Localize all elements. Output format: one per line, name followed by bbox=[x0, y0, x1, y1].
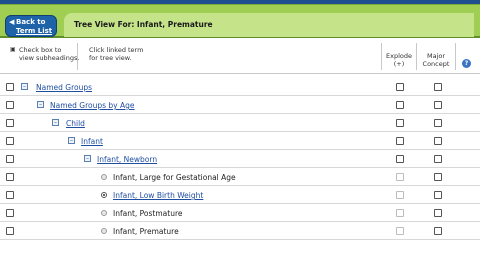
subheadings-checkbox[interactable] bbox=[6, 155, 14, 163]
explode-checkbox[interactable] bbox=[396, 155, 404, 163]
explode-checkbox[interactable] bbox=[396, 83, 404, 91]
back-label-line1: Back to bbox=[16, 18, 46, 26]
column-header: ▣ Check box to view subheadings. Click l… bbox=[0, 38, 480, 74]
check-hint: ▣ Check box to view subheadings. bbox=[10, 46, 79, 82]
major-concept-checkbox[interactable] bbox=[434, 227, 442, 235]
explode-checkbox bbox=[396, 209, 404, 217]
back-label-line2: Term List bbox=[16, 27, 53, 35]
explode-header-line1: Explode bbox=[386, 52, 412, 60]
explode-checkbox[interactable] bbox=[396, 137, 404, 145]
tree-row: Infant, Premature bbox=[0, 222, 480, 240]
subheadings-checkbox[interactable] bbox=[6, 137, 14, 145]
column-divider bbox=[381, 43, 382, 70]
checkbox-mini-icon: ▣ bbox=[10, 46, 16, 53]
term-link[interactable]: Named Groups bbox=[36, 83, 92, 92]
tree-row: – Named Groups by Age bbox=[0, 96, 480, 114]
term-link[interactable]: Named Groups by Age bbox=[50, 101, 135, 110]
term-link[interactable]: Infant, Low Birth Weight bbox=[113, 191, 203, 200]
major-concept-checkbox[interactable] bbox=[434, 209, 442, 217]
major-header-line1: Major bbox=[426, 52, 446, 60]
major-concept-checkbox[interactable] bbox=[434, 191, 442, 199]
collapse-icon[interactable]: – bbox=[84, 155, 91, 162]
term-link[interactable]: Infant bbox=[81, 137, 103, 146]
term-link[interactable]: Child bbox=[66, 119, 85, 128]
link-hint-line2: for tree view. bbox=[89, 54, 132, 62]
major-concept-checkbox[interactable] bbox=[434, 83, 442, 91]
help-icon[interactable]: ? bbox=[462, 59, 471, 68]
tree-row: Infant, Large for Gestational Age bbox=[0, 168, 480, 186]
major-concept-checkbox[interactable] bbox=[434, 173, 442, 181]
tree-row: Infant, Postmature bbox=[0, 204, 480, 222]
explode-checkbox[interactable] bbox=[396, 101, 404, 109]
tree-row: – Named Groups bbox=[0, 78, 480, 96]
subheadings-checkbox[interactable] bbox=[6, 173, 14, 181]
explode-checkbox bbox=[396, 227, 404, 235]
subheadings-checkbox[interactable] bbox=[6, 101, 14, 109]
term-label: Infant, Large for Gestational Age bbox=[113, 173, 236, 182]
tree-row: – Child bbox=[0, 114, 480, 132]
column-divider bbox=[77, 43, 78, 70]
subheadings-checkbox[interactable] bbox=[6, 209, 14, 217]
explode-checkbox bbox=[396, 173, 404, 181]
collapse-icon[interactable]: – bbox=[21, 83, 28, 90]
term-label: Infant, Postmature bbox=[113, 209, 183, 218]
major-concept-checkbox[interactable] bbox=[434, 155, 442, 163]
leaf-bullet-icon bbox=[101, 174, 107, 180]
chevron-left-icon: ◀ bbox=[9, 18, 15, 26]
back-to-term-list-button[interactable]: ◀ Back to Term List bbox=[5, 15, 57, 37]
tree-row: – Infant bbox=[0, 132, 480, 150]
link-hint: Click linked term for tree view. bbox=[89, 46, 143, 82]
tree-row: Infant, Low Birth Weight bbox=[0, 186, 480, 204]
explode-header-line2: (+) bbox=[393, 60, 405, 68]
header-bar: ◀ Back to Term List Tree View For: Infan… bbox=[0, 4, 480, 38]
check-hint-line2: view subheadings. bbox=[19, 54, 80, 62]
term-label: Infant, Premature bbox=[113, 227, 179, 236]
collapse-icon[interactable]: – bbox=[52, 119, 59, 126]
subheadings-checkbox[interactable] bbox=[6, 119, 14, 127]
subheadings-checkbox[interactable] bbox=[6, 191, 14, 199]
explode-checkbox[interactable] bbox=[396, 119, 404, 127]
link-hint-line1: Click linked term bbox=[89, 46, 144, 54]
term-link[interactable]: Infant, Newborn bbox=[97, 155, 157, 164]
subheadings-checkbox[interactable] bbox=[6, 83, 14, 91]
check-hint-line1: Check box to bbox=[19, 46, 62, 54]
explode-checkbox bbox=[396, 191, 404, 199]
leaf-bullet-icon bbox=[101, 228, 107, 234]
major-concept-checkbox[interactable] bbox=[434, 119, 442, 127]
leaf-bullet-icon bbox=[101, 210, 107, 216]
major-concept-checkbox[interactable] bbox=[434, 137, 442, 145]
collapse-icon[interactable]: – bbox=[68, 137, 75, 144]
major-concept-checkbox[interactable] bbox=[434, 101, 442, 109]
collapse-icon[interactable]: – bbox=[37, 101, 44, 108]
tree-row: – Infant, Newborn bbox=[0, 150, 480, 168]
expand-node-icon[interactable] bbox=[101, 192, 107, 198]
column-divider bbox=[455, 43, 456, 70]
major-header-line2: Concept bbox=[422, 60, 450, 68]
page-title: Tree View For: Infant, Premature bbox=[64, 13, 474, 37]
subheadings-checkbox[interactable] bbox=[6, 227, 14, 235]
column-divider bbox=[416, 43, 417, 70]
